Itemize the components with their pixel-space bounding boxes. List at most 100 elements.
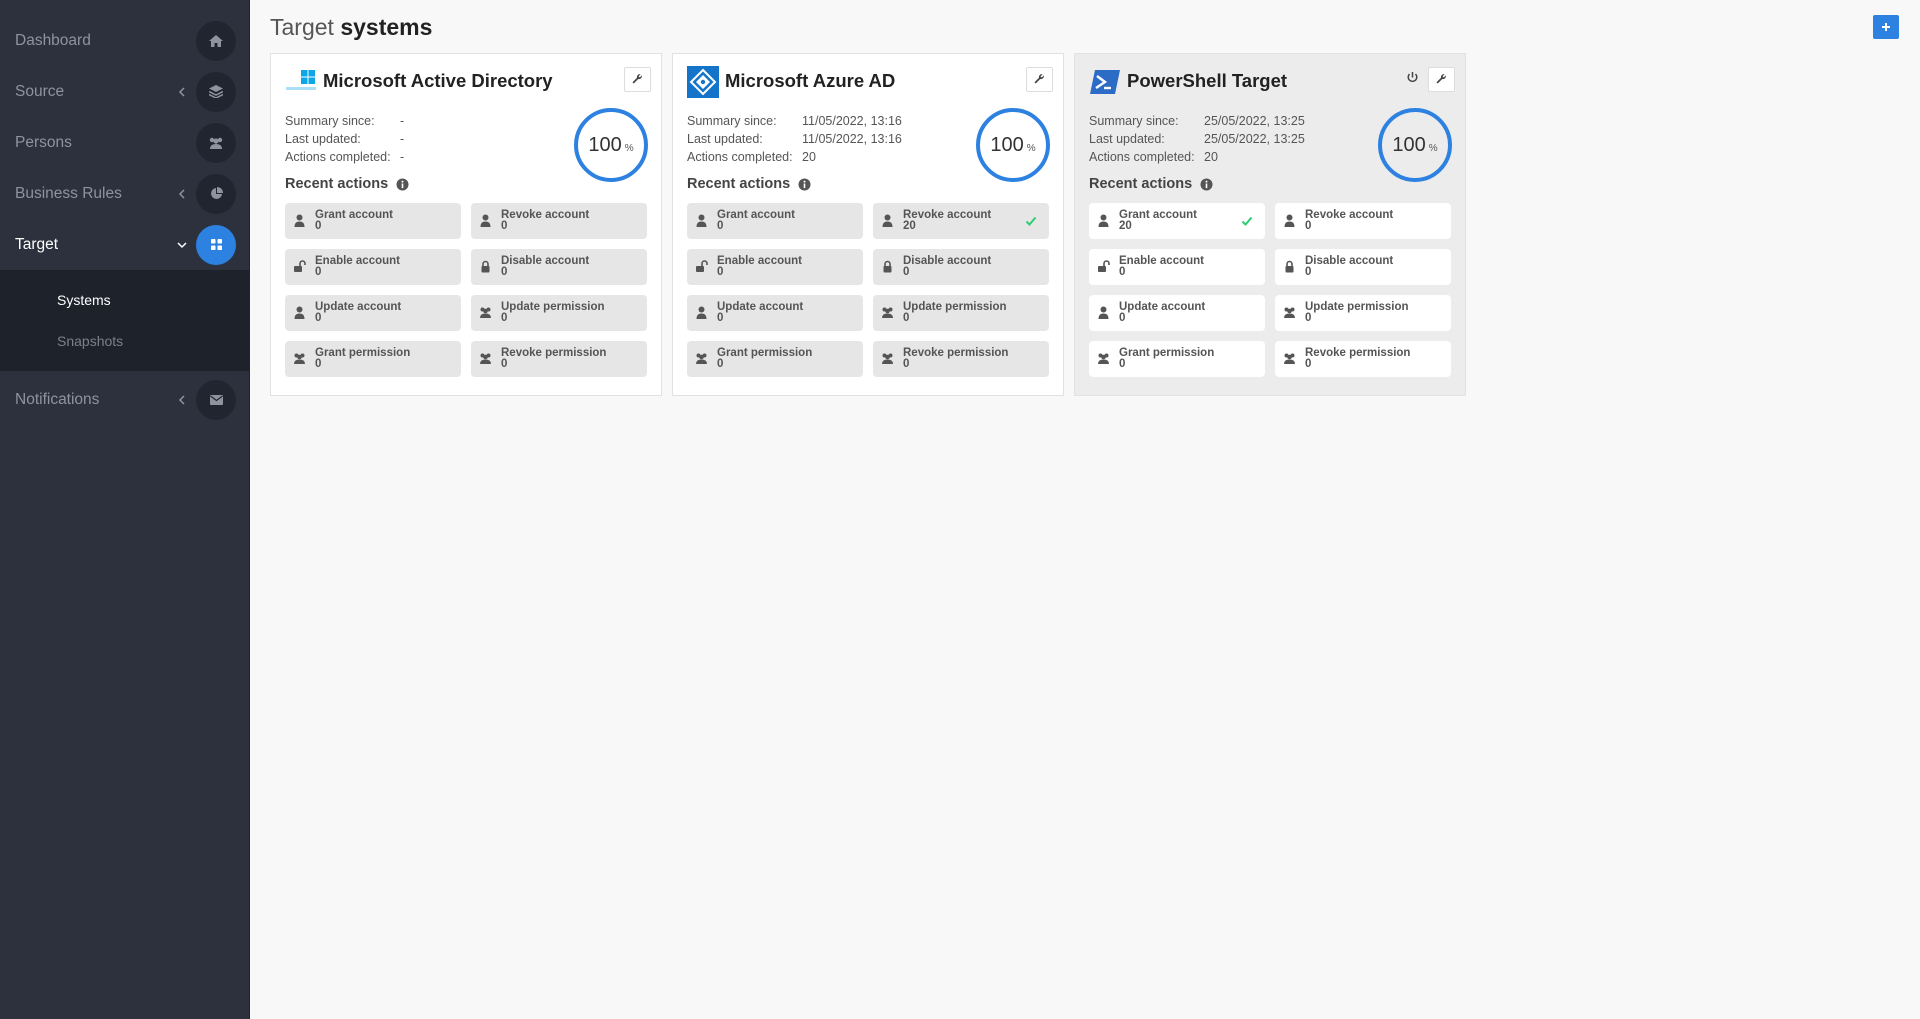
summary-block: Summary since: 25/05/2022, 13:25 Last upd… <box>1089 112 1305 166</box>
powershell-logo <box>1089 66 1121 98</box>
add-system-button[interactable] <box>1873 15 1899 39</box>
actions-completed-value: - <box>400 150 405 164</box>
action-tile[interactable]: Update account 0 <box>687 295 863 331</box>
check-icon <box>1241 214 1253 226</box>
action-label: Update permission <box>903 301 1007 313</box>
action-tile[interactable]: Grant account 20 <box>1089 203 1265 239</box>
nav-dashboard-label: Dashboard <box>15 31 91 49</box>
action-tile[interactable]: Grant permission 0 <box>285 341 461 377</box>
configure-button[interactable] <box>624 67 651 92</box>
last-updated-label: Last updated: <box>687 132 763 146</box>
action-tile[interactable]: Enable account 0 <box>1089 249 1265 285</box>
action-count: 0 <box>717 266 724 278</box>
action-label: Revoke account <box>501 209 590 221</box>
target-system-card: Microsoft Active Directory Summary since… <box>270 53 662 396</box>
actions-completed-value: 20 <box>802 150 816 164</box>
card-title[interactable]: Microsoft Azure AD <box>725 70 895 92</box>
action-tile[interactable]: Update permission 0 <box>471 295 647 331</box>
action-label: Enable account <box>1119 255 1204 267</box>
progress-value: 100% <box>573 107 649 183</box>
recent-actions-grid: Grant account 0 Revoke account 0 Enable … <box>285 203 648 377</box>
user-icon <box>1283 214 1296 227</box>
configure-button[interactable] <box>1026 67 1053 92</box>
user-icon <box>293 306 306 319</box>
action-count: 0 <box>717 312 724 324</box>
wrench-icon <box>632 71 643 89</box>
summary-since-value: - <box>400 114 405 128</box>
action-tile[interactable]: Revoke account 0 <box>1275 203 1451 239</box>
recent-actions-label: Recent actions <box>1089 176 1193 192</box>
user-icon <box>881 214 894 227</box>
user-icon <box>1097 306 1110 319</box>
action-count: 0 <box>1305 220 1312 232</box>
action-label: Disable account <box>1305 255 1394 267</box>
envelope-icon <box>196 379 236 420</box>
info-icon[interactable] <box>396 178 409 191</box>
action-count: 0 <box>717 358 724 370</box>
action-count: 0 <box>1305 266 1312 278</box>
summary-since-label: Summary since: <box>285 114 375 128</box>
action-tile[interactable]: Grant account 0 <box>687 203 863 239</box>
action-tile[interactable]: Revoke account 0 <box>471 203 647 239</box>
action-tile[interactable]: Update permission 0 <box>873 295 1049 331</box>
action-count: 0 <box>315 220 322 232</box>
nav-persons[interactable]: Persons <box>0 117 249 168</box>
recent-actions-grid: Grant account 20 Revoke account 0 Enable… <box>1089 203 1452 377</box>
chevron-left-icon <box>178 86 185 97</box>
action-tile[interactable]: Enable account 0 <box>687 249 863 285</box>
home-icon <box>196 20 236 61</box>
card-title[interactable]: Microsoft Active Directory <box>323 70 553 92</box>
pie-chart-icon <box>196 173 236 214</box>
action-count: 0 <box>903 266 910 278</box>
recent-actions-heading: Recent actions <box>687 176 811 192</box>
power-button[interactable] <box>1400 67 1425 92</box>
info-icon[interactable] <box>798 178 811 191</box>
action-tile[interactable]: Revoke permission 0 <box>471 341 647 377</box>
action-tile[interactable]: Disable account 0 <box>1275 249 1451 285</box>
main-content: Target systems Microsoft Active Director… <box>250 0 1920 1019</box>
action-tile[interactable]: Grant permission 0 <box>687 341 863 377</box>
action-tile[interactable]: Update account 0 <box>285 295 461 331</box>
action-label: Revoke permission <box>903 347 1009 359</box>
lock-icon <box>881 260 894 273</box>
nav-target[interactable]: Target <box>0 219 249 270</box>
recent-actions-label: Recent actions <box>285 176 389 192</box>
recent-actions-grid: Grant account 0 Revoke account 20 Enable… <box>687 203 1050 377</box>
submenu-snapshots[interactable]: Snapshots <box>0 320 249 361</box>
action-tile[interactable]: Update account 0 <box>1089 295 1265 331</box>
nav-source[interactable]: Source <box>0 66 249 117</box>
target-submenu: Systems Snapshots <box>0 270 249 371</box>
info-icon[interactable] <box>1200 178 1213 191</box>
action-tile[interactable]: Disable account 0 <box>471 249 647 285</box>
action-tile[interactable]: Enable account 0 <box>285 249 461 285</box>
nav-business-rules[interactable]: Business Rules <box>0 168 249 219</box>
action-label: Disable account <box>501 255 590 267</box>
action-count: 0 <box>903 358 910 370</box>
lock-icon <box>1283 260 1296 273</box>
users-icon <box>881 352 894 365</box>
configure-button[interactable] <box>1428 67 1455 92</box>
action-count: 0 <box>1119 266 1126 278</box>
page-title: Target systems <box>270 14 432 41</box>
submenu-systems[interactable]: Systems <box>0 279 249 320</box>
check-icon <box>1025 214 1037 226</box>
summary-block: Summary since: 11/05/2022, 13:16 Last upd… <box>687 112 902 166</box>
summary-since-value: 11/05/2022, 13:16 <box>802 114 902 128</box>
grid-icon <box>196 224 236 265</box>
nav-dashboard[interactable]: Dashboard <box>0 15 249 66</box>
progress-percent: 100 <box>1392 133 1426 156</box>
action-tile[interactable]: Revoke account 20 <box>873 203 1049 239</box>
action-tile[interactable]: Revoke permission 0 <box>873 341 1049 377</box>
action-tile[interactable]: Grant account 0 <box>285 203 461 239</box>
action-tile[interactable]: Revoke permission 0 <box>1275 341 1451 377</box>
action-tile[interactable]: Update permission 0 <box>1275 295 1451 331</box>
user-icon <box>293 214 306 227</box>
actions-completed-value: 20 <box>1204 150 1218 164</box>
action-tile[interactable]: Grant permission 0 <box>1089 341 1265 377</box>
action-tile[interactable]: Disable account 0 <box>873 249 1049 285</box>
sidebar: Dashboard Source Persons Business Rules … <box>0 0 250 1019</box>
nav-notifications[interactable]: Notifications <box>0 374 249 425</box>
card-title[interactable]: PowerShell Target <box>1127 70 1287 92</box>
action-count: 0 <box>717 220 724 232</box>
last-updated-value: - <box>400 132 405 146</box>
